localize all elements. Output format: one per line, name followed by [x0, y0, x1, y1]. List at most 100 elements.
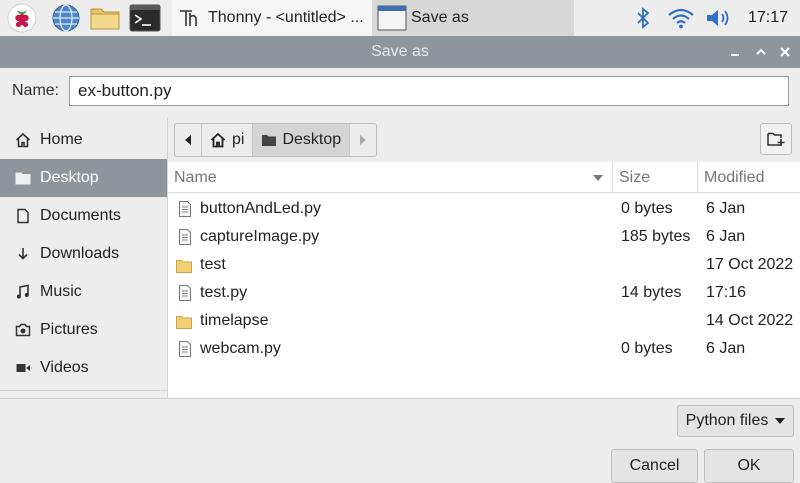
cancel-label: Cancel	[629, 457, 680, 474]
crumb-label: Desktop	[282, 131, 342, 148]
folder-icon	[176, 316, 192, 329]
web-browser-icon[interactable]	[51, 3, 81, 33]
dialog-footer: Python files Cancel OK	[0, 398, 800, 483]
close-icon	[780, 47, 790, 57]
chevron-right-icon	[360, 135, 367, 145]
chevron-up-icon	[756, 48, 766, 55]
sidebar-item-label: Videos	[40, 359, 89, 376]
terminal-icon[interactable]	[129, 3, 161, 33]
volume-icon[interactable]	[704, 6, 734, 35]
file-size: 185 bytes	[621, 228, 691, 245]
taskbar: Thonny - <untitled> ... Save as 17:17	[0, 0, 800, 36]
column-header-name[interactable]: Name	[168, 162, 613, 193]
crumb-desktop[interactable]: Desktop	[253, 124, 351, 156]
file-name: test	[200, 256, 226, 273]
folder-icon	[15, 170, 31, 186]
file-name: webcam.py	[200, 340, 281, 357]
filename-input[interactable]	[69, 76, 789, 106]
file-type-filter-dropdown[interactable]: Python files	[677, 405, 794, 437]
sidebar-item-label: Music	[40, 283, 82, 300]
file-row[interactable]: webcam.py 0 bytes 6 Jan	[168, 335, 800, 363]
filter-label: Python files	[685, 412, 769, 429]
path-bar: pi Desktop	[168, 118, 800, 162]
crumb-label: pi	[232, 131, 245, 148]
sidebar-item-pictures[interactable]: Pictures	[0, 311, 167, 349]
chevron-left-icon	[185, 135, 191, 145]
ok-label: OK	[737, 457, 761, 474]
file-name: timelapse	[200, 312, 269, 329]
file-row[interactable]: test.py 14 bytes 17:16	[168, 279, 800, 307]
sidebar-item-label: Downloads	[40, 245, 120, 262]
thonny-icon	[178, 7, 200, 29]
file-list: Name Size Modified buttonAndLed.py 0 byt…	[168, 162, 800, 398]
create-folder-button[interactable]	[760, 123, 792, 155]
sidebar-item-desktop[interactable]: Desktop	[0, 159, 167, 197]
folder-new-icon	[767, 132, 785, 146]
file-manager-icon[interactable]	[89, 3, 120, 33]
taskbar-item-label: Thonny - <untitled> ...	[208, 9, 364, 26]
clock[interactable]: 17:17	[748, 0, 788, 36]
minimize-button[interactable]	[722, 36, 748, 68]
name-label: Name:	[12, 82, 60, 99]
close-button[interactable]	[772, 36, 798, 68]
column-header-label: Size	[619, 169, 651, 186]
file-modified: 17 Oct 2022	[706, 256, 794, 273]
folder-icon	[262, 135, 277, 146]
sidebar-item-label: Desktop	[40, 169, 99, 186]
document-icon	[15, 208, 31, 224]
column-header-modified[interactable]: Modified	[698, 162, 800, 193]
maximize-button[interactable]	[748, 36, 774, 68]
file-size: 0 bytes	[621, 200, 673, 217]
video-icon	[15, 360, 31, 376]
raspberry-menu-icon[interactable]	[7, 3, 37, 33]
bluetooth-icon[interactable]	[632, 6, 654, 35]
file-row[interactable]: timelapse 14 Oct 2022	[168, 307, 800, 335]
file-name: buttonAndLed.py	[200, 200, 321, 217]
taskbar-item-label: Save as	[411, 9, 469, 26]
sidebar-item-downloads[interactable]: Downloads	[0, 235, 167, 273]
sidebar-item-documents[interactable]: Documents	[0, 197, 167, 235]
text-file-icon	[179, 229, 191, 245]
column-header-label: Name	[174, 169, 217, 186]
sidebar-item-videos[interactable]: Videos	[0, 349, 167, 387]
taskbar-item-thonny[interactable]: Thonny - <untitled> ...	[172, 0, 372, 36]
file-modified: 6 Jan	[706, 340, 746, 357]
sidebar-item-music[interactable]: Music	[0, 273, 167, 311]
sidebar-item-home[interactable]: Home	[0, 121, 167, 159]
minimize-icon	[731, 54, 739, 56]
crumb-home[interactable]: pi	[202, 124, 254, 156]
sort-descending-icon	[593, 175, 603, 181]
download-icon	[15, 246, 31, 262]
file-modified: 14 Oct 2022	[706, 312, 794, 329]
ok-button[interactable]: OK	[704, 449, 794, 483]
sidebar-item-label: Home	[40, 131, 83, 148]
file-modified: 6 Jan	[706, 228, 746, 245]
text-file-icon	[179, 341, 191, 357]
taskbar-item-save-as[interactable]: Save as	[372, 0, 574, 36]
file-row[interactable]: captureImage.py 185 bytes 6 Jan	[168, 223, 800, 251]
home-icon	[15, 132, 31, 148]
file-row[interactable]: buttonAndLed.py 0 bytes 6 Jan	[168, 195, 800, 223]
file-size: 0 bytes	[621, 340, 673, 357]
column-header-label: Modified	[704, 169, 765, 186]
dialog-title: Save as	[371, 43, 429, 60]
dialog-titlebar: Save as	[0, 36, 800, 68]
wifi-icon[interactable]	[667, 6, 695, 35]
cancel-button[interactable]: Cancel	[611, 449, 698, 483]
file-name: test.py	[200, 284, 248, 301]
window-icon	[377, 4, 407, 32]
music-icon	[15, 284, 31, 300]
path-forward-button[interactable]	[350, 124, 376, 156]
home-icon	[210, 132, 226, 148]
file-row[interactable]: test 17 Oct 2022	[168, 251, 800, 279]
filename-row: Name:	[0, 68, 800, 116]
file-size: 14 bytes	[621, 284, 682, 301]
camera-icon	[15, 322, 31, 338]
text-file-icon	[179, 285, 191, 301]
column-header-size[interactable]: Size	[613, 162, 698, 193]
file-modified: 17:16	[706, 284, 747, 301]
sidebar-divider	[0, 390, 167, 391]
file-modified: 6 Jan	[706, 200, 746, 217]
path-back-button[interactable]	[175, 124, 202, 156]
file-name: captureImage.py	[200, 228, 320, 245]
